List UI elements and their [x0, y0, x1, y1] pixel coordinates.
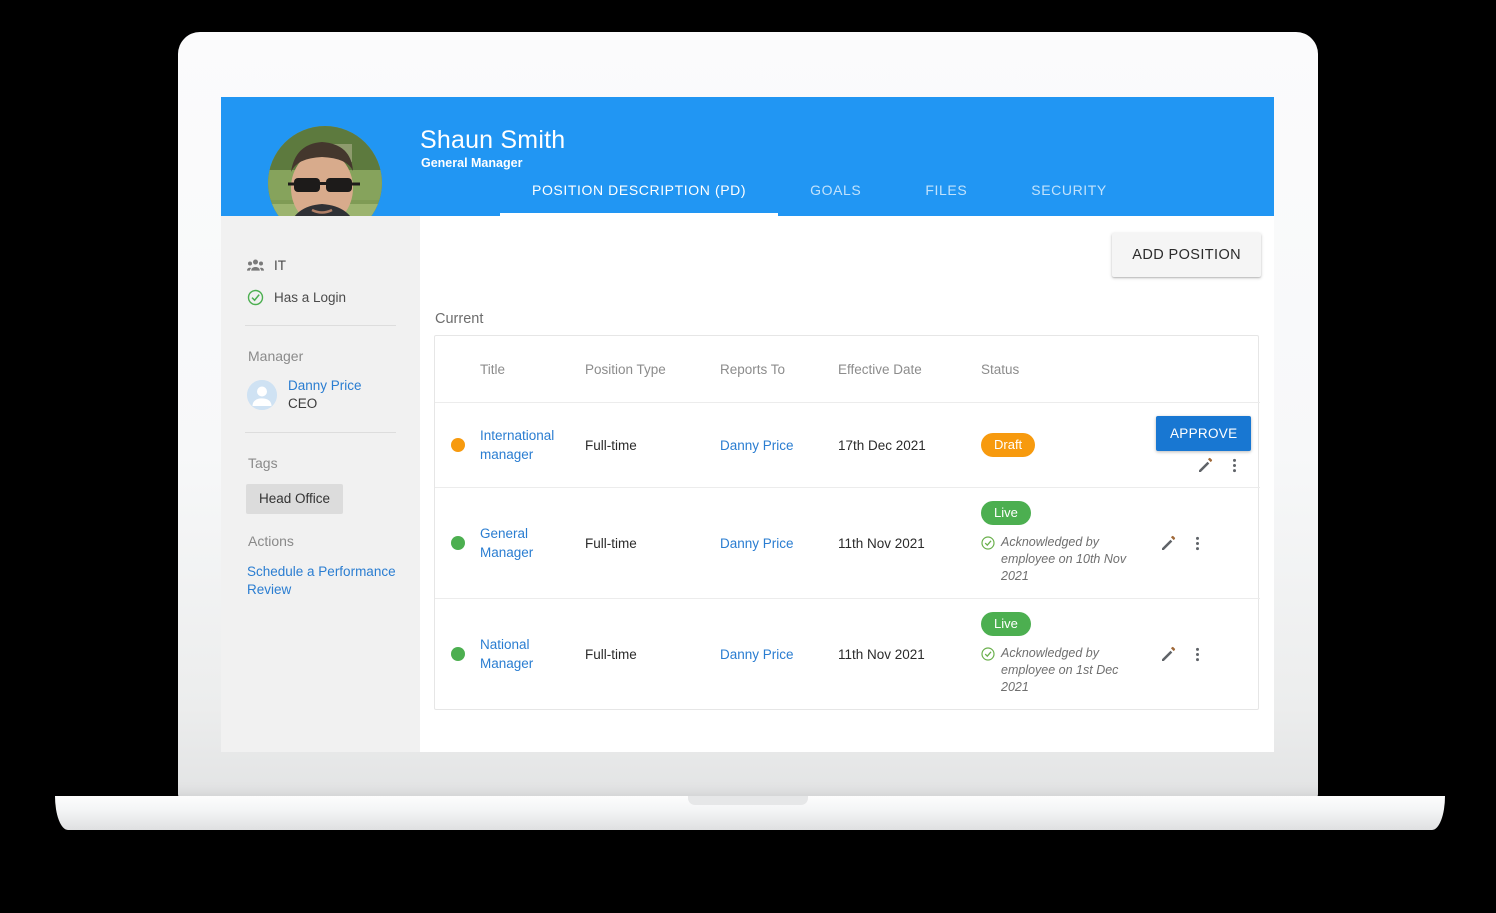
column-header-effective-date: Effective Date	[838, 336, 981, 403]
tab-goals[interactable]: GOALS	[778, 175, 893, 216]
status-badge: Live	[981, 501, 1031, 525]
sidebar-divider-1	[245, 325, 396, 326]
row-reports-to-cell: Danny Price	[720, 599, 838, 710]
row-status-cell: Live Acknowledged by employee on 10th No…	[981, 487, 1156, 599]
tag-head-office[interactable]: Head Office	[246, 484, 344, 514]
acknowledgement-text: Acknowledged by employee on 1st Dec 2021	[1001, 646, 1119, 694]
row-actions-cell: APPROVE	[1156, 402, 1260, 488]
app-screen: Shaun Smith General Manager POSITION DES…	[221, 97, 1274, 752]
acknowledgement-note: Acknowledged by employee on 10th Nov 202…	[981, 534, 1156, 585]
screenshot-stage: Shaun Smith General Manager POSITION DES…	[0, 0, 1496, 913]
row-status-cell: Live Acknowledged by employee on 1st Dec…	[981, 599, 1156, 710]
sidebar-tags-heading: Tags	[248, 455, 278, 471]
manager-title: CEO	[288, 396, 318, 411]
check-circle-icon	[247, 289, 264, 306]
status-dot-icon	[451, 536, 465, 550]
person-role: General Manager	[421, 156, 523, 170]
app-header: Shaun Smith General Manager POSITION DES…	[221, 97, 1274, 240]
row-status-indicator-cell	[435, 402, 480, 488]
column-header-position-type: Position Type	[585, 336, 720, 403]
page-title: Shaun Smith	[420, 126, 566, 154]
row-status-cell: Draft	[981, 402, 1156, 488]
pencil-icon[interactable]	[1160, 646, 1177, 663]
more-vertical-icon[interactable]	[1189, 535, 1206, 552]
tab-security[interactable]: SECURITY	[999, 175, 1139, 216]
table-header-row: Title Position Type Reports To Effective…	[435, 336, 1260, 403]
row-position-type-cell: Full-time	[585, 487, 720, 599]
tab-position-description[interactable]: POSITION DESCRIPTION (PD)	[500, 175, 779, 218]
reports-to-link[interactable]: Danny Price	[720, 436, 794, 455]
status-dot-icon	[451, 438, 465, 452]
laptop-hinge-notch	[688, 796, 808, 805]
row-effective-date-cell: 11th Nov 2021	[838, 487, 981, 599]
more-vertical-icon[interactable]	[1189, 646, 1206, 663]
reports-to-link[interactable]: Danny Price	[720, 534, 794, 553]
column-header-status: Status	[981, 336, 1156, 403]
sidebar-department: IT	[221, 256, 420, 274]
row-position-type-cell: Full-time	[585, 402, 720, 488]
table-row[interactable]: International manager Full-time Danny Pr…	[435, 402, 1260, 488]
check-circle-icon	[981, 536, 995, 550]
row-status-indicator-cell	[435, 599, 480, 710]
sidebar-manager-heading: Manager	[248, 348, 304, 364]
sidebar-login-status: Has a Login	[221, 288, 420, 306]
status-dot-icon	[451, 647, 465, 661]
manager-avatar-icon	[247, 380, 277, 410]
reports-to-link[interactable]: Danny Price	[720, 645, 794, 664]
row-position-type-cell: Full-time	[585, 646, 637, 662]
position-title-link[interactable]: International manager	[480, 426, 585, 464]
row-status-indicator-cell	[435, 487, 480, 599]
positions-table-card: Title Position Type Reports To Effective…	[434, 335, 1260, 710]
more-vertical-icon[interactable]	[1226, 457, 1243, 474]
action-schedule-performance-review[interactable]: Schedule a Performance Review	[221, 563, 420, 599]
column-header-indicator	[435, 336, 480, 403]
row-reports-to-cell: Danny Price	[720, 487, 838, 599]
row-title-cell: International manager	[480, 402, 585, 488]
approve-button[interactable]: APPROVE	[1156, 416, 1252, 451]
pencil-icon[interactable]	[1160, 535, 1177, 552]
column-header-reports-to: Reports To	[720, 336, 838, 403]
status-badge: Live	[981, 612, 1031, 636]
column-header-title: Title	[480, 336, 585, 403]
check-circle-icon	[981, 647, 995, 661]
tab-bar: POSITION DESCRIPTION (PD) GOALS FILES SE…	[500, 175, 1139, 218]
position-title-link[interactable]: National Manager	[480, 635, 585, 673]
row-actions-cell	[1156, 487, 1260, 599]
row-effective-date-cell: 11th Nov 2021	[838, 646, 925, 662]
pencil-icon[interactable]	[1197, 457, 1214, 474]
sidebar-manager-row[interactable]: Danny Price CEO	[221, 377, 420, 413]
sidebar: IT Has a Login Manager Danny Price CEO T…	[221, 216, 420, 752]
section-label-current: Current	[435, 311, 484, 327]
position-title-link[interactable]: General Manager	[480, 524, 585, 562]
sidebar-department-label: IT	[274, 257, 286, 273]
add-position-button[interactable]: ADD POSITION	[1112, 233, 1261, 277]
acknowledgement-note: Acknowledged by employee on 1st Dec 2021	[981, 645, 1156, 696]
row-actions-cell	[1156, 599, 1260, 710]
table-row[interactable]: National Manager Full-time Danny Price 1…	[435, 599, 1260, 710]
people-group-icon	[247, 257, 264, 274]
tab-files[interactable]: FILES	[893, 175, 999, 216]
row-title-cell: General Manager	[480, 487, 585, 599]
sidebar-actions-heading: Actions	[248, 533, 294, 549]
acknowledgement-text: Acknowledged by employee on 10th Nov 202…	[1001, 535, 1127, 583]
main-content: ADD POSITION Current Title Position Type…	[420, 216, 1274, 752]
column-header-actions	[1156, 336, 1260, 403]
row-reports-to-cell: Danny Price	[720, 402, 838, 488]
row-effective-date-cell: 17th Dec 2021	[838, 402, 981, 488]
positions-table: Title Position Type Reports To Effective…	[435, 336, 1260, 709]
manager-name[interactable]: Danny Price	[288, 378, 362, 393]
sidebar-login-label: Has a Login	[274, 289, 347, 305]
table-row[interactable]: General Manager Full-time Danny Price 11…	[435, 487, 1260, 599]
row-title-cell: National Manager	[480, 599, 585, 710]
status-badge: Draft	[981, 433, 1036, 457]
sidebar-divider-2	[245, 432, 396, 433]
